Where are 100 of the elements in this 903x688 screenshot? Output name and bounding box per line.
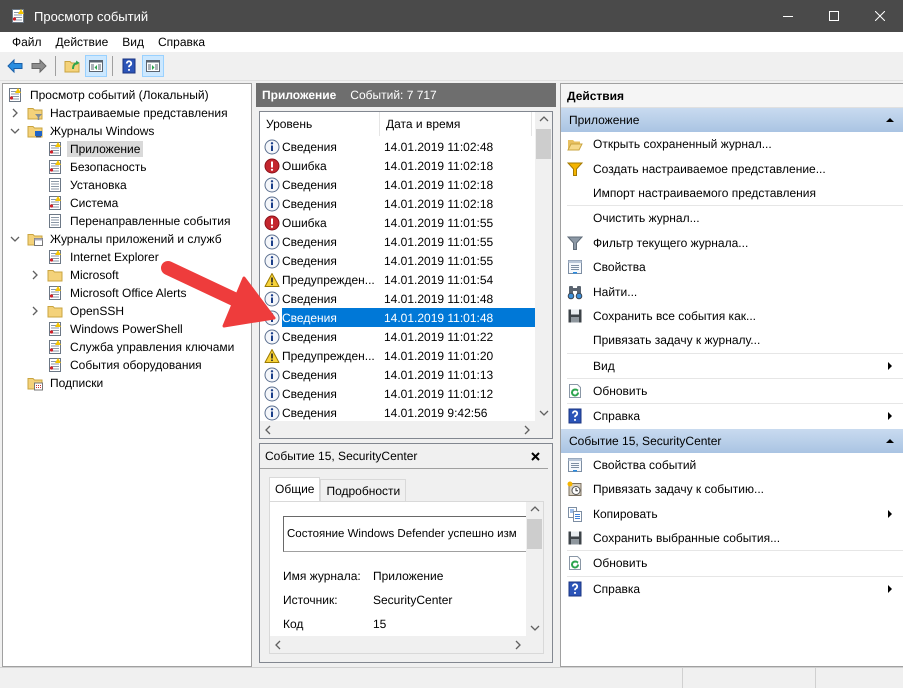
tree-item[interactable]: Microsoft [67,267,122,283]
action-item[interactable]: Справка [567,576,903,602]
datetime-cell-text: 14.01.2019 11:02:18 [383,178,494,192]
action-item[interactable]: Очистить журнал... [567,206,903,231]
tree-item[interactable]: Настраиваемые представления [47,105,231,121]
tree-item[interactable]: Система [67,195,122,211]
tree-item[interactable]: Установка [67,177,130,193]
message-field[interactable]: Состояние Windows Defender успешно изм [283,516,526,552]
action-item[interactable]: Свойства событий [561,452,903,478]
tree-item[interactable]: Приложение [67,141,144,157]
event-row[interactable]: Сведения 14.01.2019 11:02:18 [282,194,535,213]
event-row[interactable]: Сведения 14.01.2019 11:01:12 [282,384,535,403]
error-icon [264,214,280,230]
binoculars-icon [567,284,583,300]
pane-title: Приложение [262,88,336,102]
tree-item[interactable]: Журналы Windows [47,123,158,139]
tree-item[interactable]: Подписки [47,375,106,391]
event-row[interactable]: Ошибка 14.01.2019 11:01:55 [282,213,535,232]
event-row[interactable]: Сведения 14.01.2019 11:02:48 [282,137,535,156]
action-item[interactable]: Вид [567,354,903,378]
tree-item[interactable]: Безопасность [67,159,150,175]
tree-item[interactable]: OpenSSH [67,303,128,319]
menu-item[interactable]: Файл [5,35,49,49]
level-cell-text: Сведения [282,254,338,268]
folder-up-icon [64,58,80,74]
section-header[interactable]: Приложение [561,108,903,132]
action-item[interactable]: Копировать [561,501,903,526]
submenu-arrow-icon[interactable] [885,584,895,594]
event-row[interactable]: Сведения 14.01.2019 9:42:56 [282,403,535,421]
tree-item[interactable]: Просмотр событий (Локальный) [27,87,212,103]
action-item[interactable]: Импорт настраиваемого представления [561,180,903,206]
tree-item[interactable]: События оборудования [67,357,205,373]
datetime-cell-text: 14.01.2019 11:01:12 [383,386,494,400]
collapse-icon[interactable] [885,115,895,125]
section-header[interactable]: Событие 15, SecurityCenter [561,428,903,453]
action-item[interactable]: Создать настраиваемое представление... [561,156,903,181]
vertical-scrollbar[interactable] [526,502,543,636]
field-label: Имя журнала: [283,569,362,583]
tab[interactable]: Подробности [320,479,406,501]
submenu-arrow-icon[interactable] [885,411,895,422]
datetime-cell-text: 14.01.2019 11:01:48 [383,292,494,306]
scrollbar-thumb[interactable] [527,519,542,549]
action-item[interactable]: Обновить [567,551,903,576]
detail-title: Событие 15, SecurityCenter [265,449,418,463]
tree-item[interactable]: Перенаправленные события [67,213,234,229]
action-item[interactable]: Привязать задачу к журналу... [567,328,903,353]
tree-item[interactable]: Microsoft Office Alerts [67,285,190,301]
submenu-arrow-icon[interactable] [885,360,895,371]
event-row[interactable]: Сведения 14.01.2019 11:02:18 [282,175,535,194]
tree-item[interactable]: Служба управления ключами [67,339,238,355]
datetime-cell-text: 14.01.2019 11:01:48 [383,310,494,324]
action-item[interactable]: Привязать задачу к событию... [561,477,903,502]
event-row[interactable]: Сведения 14.01.2019 11:01:55 [282,251,535,270]
action-item[interactable]: Найти... [567,279,903,304]
info-icon [264,252,280,268]
menu-item[interactable]: Вид [115,35,151,49]
submenu-arrow-icon[interactable] [885,508,895,519]
event-row[interactable]: Сведения 14.01.2019 11:01:48 [282,308,535,327]
event-row[interactable]: Ошибка 14.01.2019 11:02:18 [282,156,535,175]
tree-item[interactable]: Internet Explorer [67,249,162,265]
datetime-cell-text: 14.01.2019 11:02:18 [383,158,494,172]
tree-item[interactable]: Журналы приложений и служб [47,231,225,247]
event-row[interactable]: Сведения 14.01.2019 11:01:13 [282,365,535,384]
toolbar-button[interactable] [85,55,107,77]
log-icon [47,339,63,355]
tab[interactable]: Общие [269,477,320,501]
datetime-cell-text: 14.01.2019 9:42:56 [383,406,488,420]
log-icon [47,321,63,337]
help-icon [567,580,583,597]
column-header[interactable]: Уровень [260,112,380,136]
action-item[interactable]: Открыть сохраненный журнал... [561,132,903,156]
action-item[interactable]: Обновить [567,378,903,404]
tree-item[interactable]: Windows PowerShell [67,321,186,337]
datetime-cell-text: 14.01.2019 11:01:13 [383,368,494,382]
event-row[interactable]: Сведения 14.01.2019 11:01:48 [282,289,535,308]
scrollbar-thumb[interactable] [536,129,551,159]
vertical-scrollbar[interactable] [535,112,552,421]
action-item[interactable]: Справка [567,404,903,429]
event-row[interactable]: Сведения 14.01.2019 11:01:22 [282,327,535,346]
close-icon[interactable] [531,452,540,460]
folder-icon [27,123,43,139]
log-icon [7,87,23,103]
action-item[interactable]: Свойства [567,254,903,280]
menu-item[interactable]: Действие [48,35,116,49]
field-value: SecurityCenter [373,593,452,607]
action-item[interactable]: Фильтр текущего журнала... [567,230,903,255]
horizontal-scrollbar[interactable] [260,421,535,438]
event-row[interactable]: Предупрежден... 14.01.2019 11:01:20 [282,346,535,365]
action-item[interactable]: Сохранить выбранные события... [561,526,903,550]
event-row[interactable]: Предупрежден... 14.01.2019 11:01:54 [282,270,535,289]
refresh-icon [567,555,583,572]
action-item[interactable]: Сохранить все события как... [567,304,903,328]
info-icon [264,234,280,250]
horizontal-scrollbar[interactable] [270,636,526,653]
log-icon [47,285,63,301]
help-icon [121,58,137,74]
column-header[interactable]: Дата и время [380,112,532,136]
menu-item[interactable]: Справка [151,35,212,49]
toolbar-button[interactable] [142,55,164,77]
event-row[interactable]: Сведения 14.01.2019 11:01:55 [282,232,535,251]
